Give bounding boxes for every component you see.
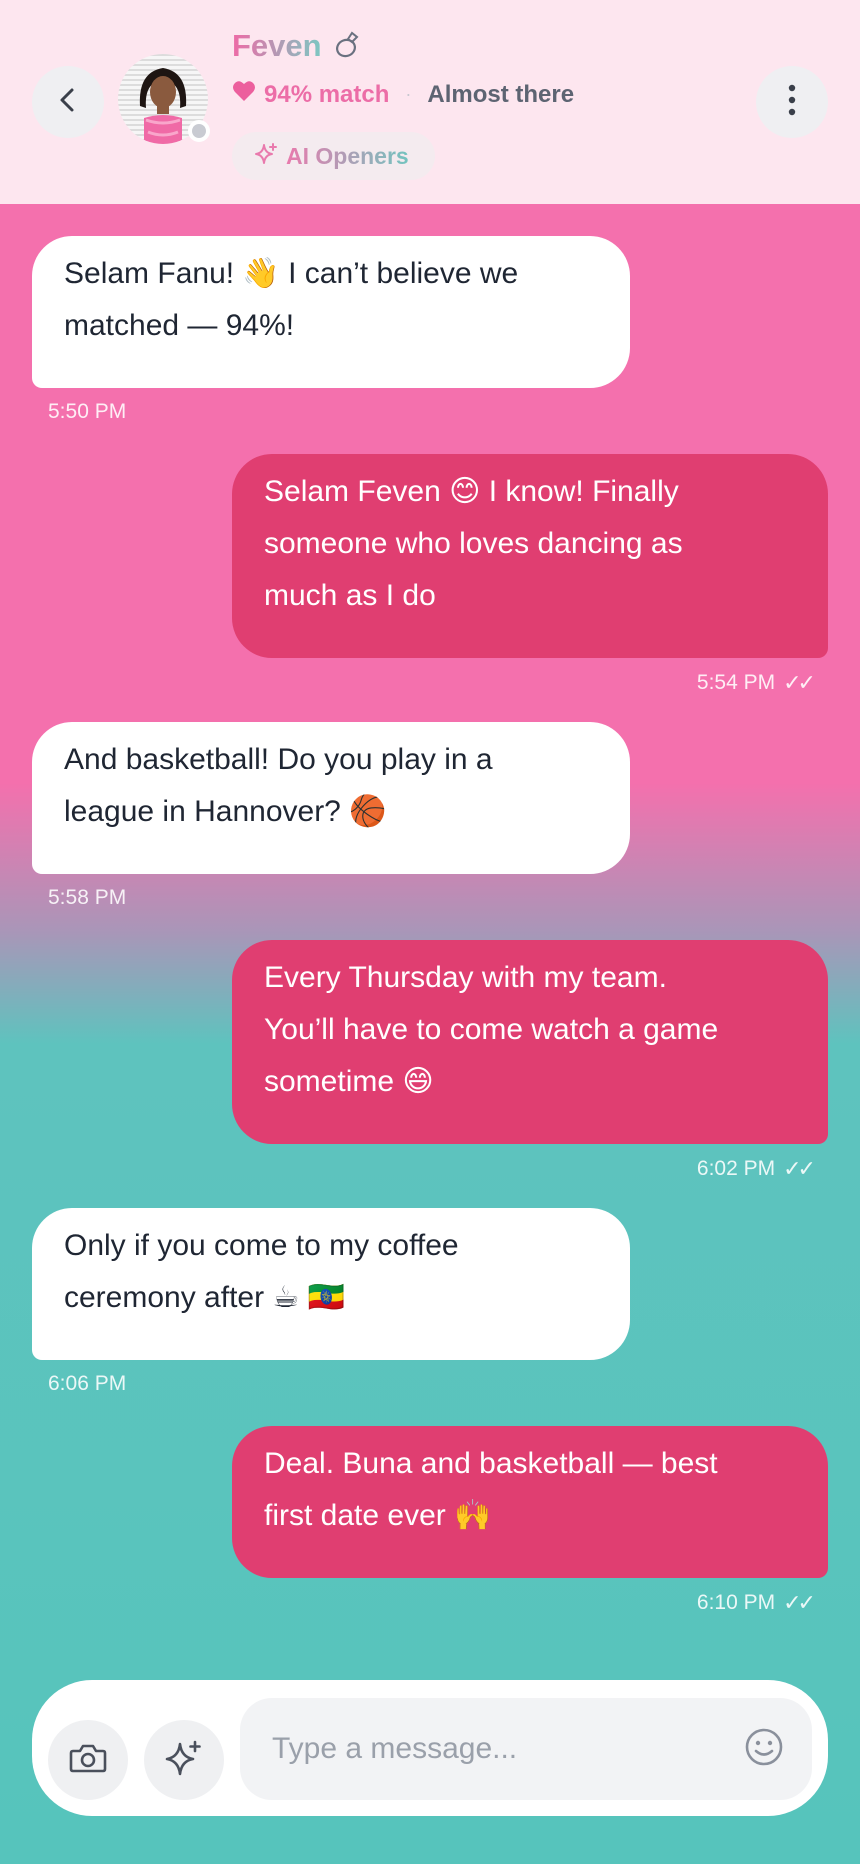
- ai-assist-button[interactable]: [144, 1720, 224, 1800]
- message-timestamp: 5:50 PM: [48, 400, 127, 423]
- sparkle-icon: [164, 1738, 204, 1783]
- match-percentage: 94% match: [264, 80, 390, 108]
- message-meta: 6:02 PM ✓✓: [696, 1156, 816, 1182]
- message-line: matched — 94%!: [64, 309, 295, 342]
- message-line: Only if you come to my coffee: [64, 1229, 459, 1262]
- sparkle-icon: [254, 142, 278, 171]
- message-bubble-outgoing[interactable]: Deal. Buna and basketball — best first d…: [232, 1426, 828, 1578]
- message-timestamp: 6:02 PM: [696, 1157, 776, 1180]
- message-line: Selam Feven 😊 I know! Finally: [264, 475, 679, 508]
- chevron-left-icon: [55, 85, 81, 120]
- message-line: And basketball! Do you play in a: [64, 743, 493, 776]
- message-input-wrap: [240, 1698, 812, 1800]
- smiley-icon: [744, 1727, 784, 1772]
- ai-openers-button[interactable]: AI Openers: [232, 132, 435, 180]
- contact-name-row: Feven: [232, 28, 360, 64]
- message-line: sometime 😄: [264, 1065, 434, 1098]
- match-status: Almost there: [427, 80, 575, 108]
- message-bubble-incoming[interactable]: Selam Fanu! 👋 I can’t believe we matched…: [32, 236, 630, 388]
- message-timestamp: 5:58 PM: [48, 886, 127, 909]
- message-line: You’ll have to come watch a game: [264, 1013, 719, 1046]
- emoji-button[interactable]: [744, 1727, 784, 1772]
- chat-header: Feven 94% match · Almost there AI Opener…: [0, 0, 860, 204]
- message-composer: [32, 1680, 828, 1816]
- message-meta: 6:10 PM ✓✓: [696, 1590, 816, 1616]
- separator: ·: [405, 84, 412, 104]
- message-timestamp: 6:06 PM: [48, 1372, 127, 1395]
- contact-name: Feven: [232, 28, 322, 63]
- message-bubble-outgoing[interactable]: Every Thursday with my team. You’ll have…: [232, 940, 828, 1144]
- read-receipt-icon: ✓✓: [783, 670, 816, 695]
- camera-icon: [69, 1742, 107, 1779]
- message-timestamp: 6:10 PM: [696, 1591, 776, 1614]
- more-vertical-icon: [787, 83, 797, 122]
- back-button[interactable]: [32, 66, 104, 138]
- ai-openers-label: AI Openers: [286, 142, 409, 169]
- read-receipt-icon: ✓✓: [783, 1590, 816, 1615]
- heart-icon: [232, 80, 256, 109]
- message-line: Selam Fanu! 👋 I can’t believe we: [64, 257, 519, 290]
- message-line: Every Thursday with my team.: [264, 961, 667, 994]
- message-line: much as I do: [264, 579, 436, 612]
- online-status-dot: [188, 120, 210, 142]
- message-timestamp: 5:54 PM: [696, 671, 776, 694]
- profile-avatar[interactable]: [118, 54, 210, 144]
- more-options-button[interactable]: [756, 66, 828, 138]
- read-receipt-icon: ✓✓: [783, 1156, 816, 1181]
- message-line: someone who loves dancing as: [264, 527, 683, 560]
- message-bubble-outgoing[interactable]: Selam Feven 😊 I know! Finally someone wh…: [232, 454, 828, 658]
- message-bubble-incoming[interactable]: And basketball! Do you play in a league …: [32, 722, 630, 874]
- camera-button[interactable]: [48, 1720, 128, 1800]
- message-line: Deal. Buna and basketball — best: [264, 1447, 718, 1480]
- message-meta: 5:54 PM ✓✓: [696, 670, 816, 696]
- message-line: ceremony after ☕ 🇪🇹: [64, 1281, 346, 1314]
- message-bubble-incoming[interactable]: Only if you come to my coffee ceremony a…: [32, 1208, 630, 1360]
- ring-icon: [334, 29, 360, 64]
- message-line: first date ever 🙌: [264, 1499, 492, 1532]
- match-row: 94% match · Almost there: [232, 80, 574, 109]
- message-input[interactable]: [272, 1698, 712, 1800]
- message-line: league in Hannover? 🏀: [64, 795, 387, 828]
